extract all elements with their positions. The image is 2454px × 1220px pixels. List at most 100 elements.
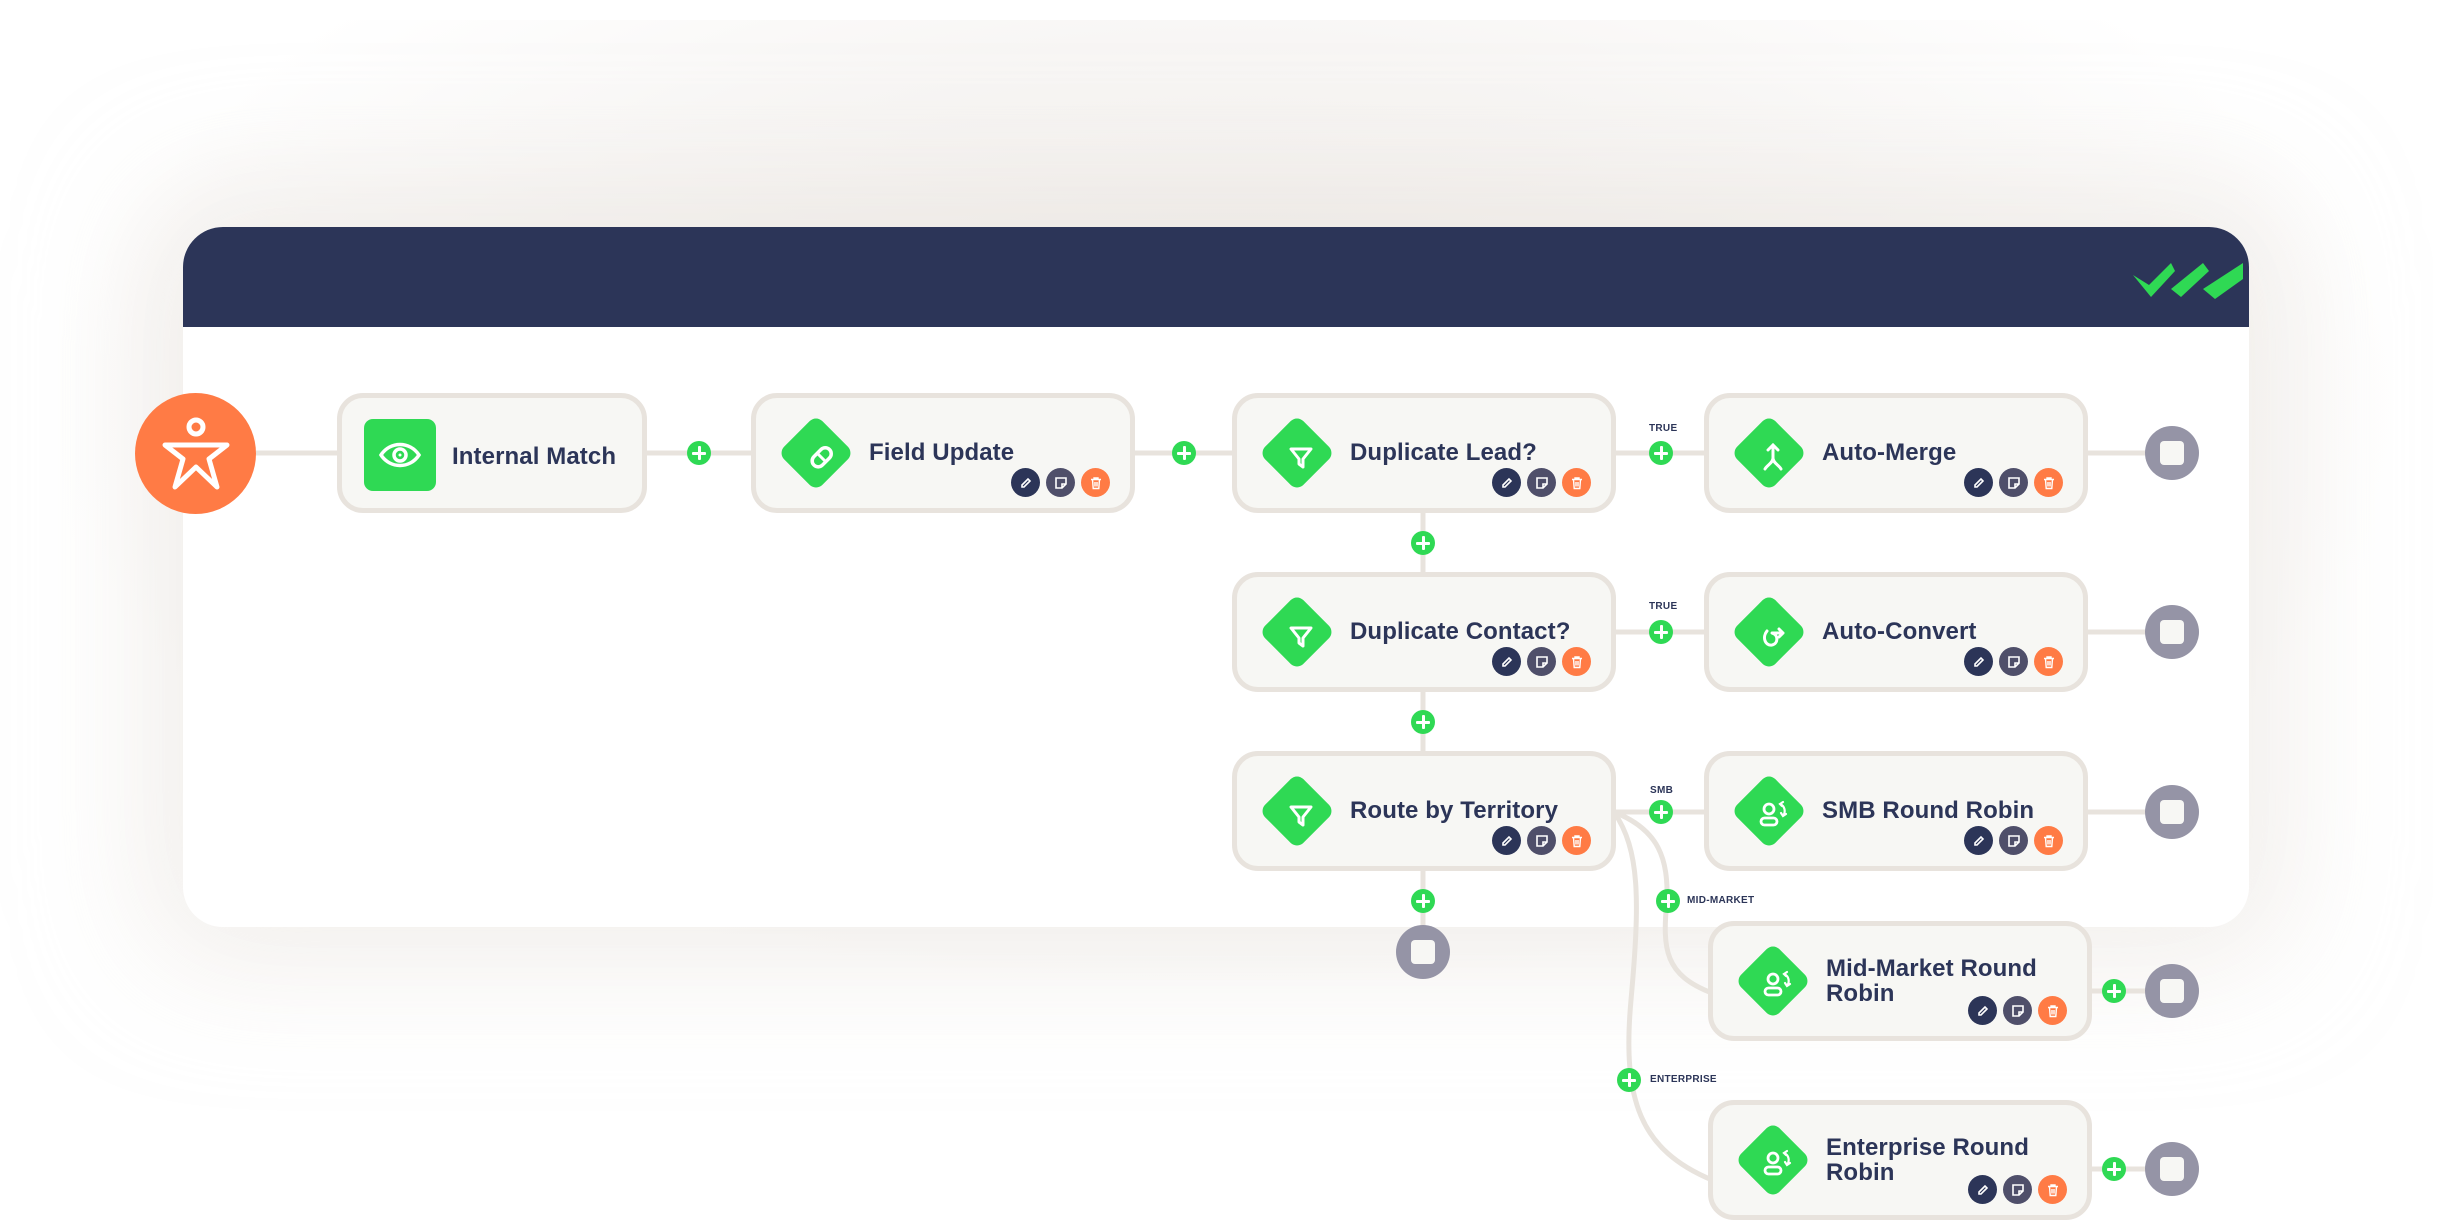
pencil-icon bbox=[1501, 656, 1512, 667]
delete-button[interactable] bbox=[1562, 468, 1591, 497]
add-step-button[interactable] bbox=[2102, 979, 2126, 1003]
trash-icon bbox=[1571, 476, 1582, 489]
eye-icon-tile bbox=[364, 419, 436, 491]
delete-button[interactable] bbox=[1562, 647, 1591, 676]
trash-icon bbox=[1090, 476, 1101, 489]
filter-icon bbox=[1289, 805, 1313, 827]
delete-button[interactable] bbox=[2038, 996, 2067, 1025]
node-title-line: Mid-Market Round bbox=[1826, 955, 2037, 982]
add-step-button[interactable] bbox=[1617, 1068, 1641, 1092]
pencil-icon bbox=[1973, 835, 1984, 846]
note-button[interactable] bbox=[1527, 468, 1556, 497]
user-rotate-icon bbox=[1763, 1149, 1792, 1176]
edit-button[interactable] bbox=[1968, 1175, 1997, 1204]
edit-button[interactable] bbox=[1492, 468, 1521, 497]
trash-icon bbox=[2047, 1183, 2058, 1196]
end-node[interactable] bbox=[2145, 964, 2199, 1018]
end-node[interactable] bbox=[2145, 1142, 2199, 1196]
node-title-line: Enterprise Round bbox=[1826, 1134, 2029, 1161]
node-smb-round-robin[interactable]: SMB Round Robin bbox=[1704, 751, 2088, 871]
note-button[interactable] bbox=[1999, 826, 2028, 855]
filter-icon bbox=[1289, 626, 1313, 648]
node-mid-market-round-robin[interactable]: Mid-Market Round Robin bbox=[1708, 921, 2092, 1041]
trash-icon bbox=[1571, 834, 1582, 847]
sticky-note-icon bbox=[2011, 1004, 2024, 1017]
pencil-icon bbox=[1020, 477, 1031, 488]
node-auto-convert[interactable]: Auto-Convert bbox=[1704, 572, 2088, 692]
delete-button[interactable] bbox=[2034, 468, 2063, 497]
edit-button[interactable] bbox=[1011, 468, 1040, 497]
sticky-note-icon bbox=[1535, 655, 1548, 668]
node-title: Internal Match bbox=[452, 443, 617, 470]
add-step-button[interactable] bbox=[1649, 620, 1673, 644]
node-title: Duplicate Lead? bbox=[1350, 439, 1537, 466]
node-field-update[interactable]: Field Update bbox=[751, 393, 1135, 513]
node-actions bbox=[1968, 996, 2067, 1025]
edit-button[interactable] bbox=[1964, 647, 1993, 676]
node-duplicate-lead[interactable]: Duplicate Lead? bbox=[1232, 393, 1616, 513]
pencil-icon bbox=[1501, 477, 1512, 488]
node-auto-merge[interactable]: Auto-Merge bbox=[1704, 393, 2088, 513]
delete-button[interactable] bbox=[1562, 826, 1591, 855]
node-actions bbox=[1011, 468, 1110, 497]
node-actions bbox=[1964, 468, 2063, 497]
add-step-button[interactable] bbox=[1656, 889, 1680, 913]
delete-button[interactable] bbox=[2034, 826, 2063, 855]
end-node[interactable] bbox=[2145, 785, 2199, 839]
node-actions bbox=[1964, 826, 2063, 855]
delete-button[interactable] bbox=[1081, 468, 1110, 497]
add-step-button[interactable] bbox=[1411, 710, 1435, 734]
delete-button[interactable] bbox=[2034, 647, 2063, 676]
add-step-button[interactable] bbox=[1649, 800, 1673, 824]
node-actions bbox=[1492, 468, 1591, 497]
delete-button[interactable] bbox=[2038, 1175, 2067, 1204]
edit-button[interactable] bbox=[1964, 826, 1993, 855]
end-node[interactable] bbox=[2145, 426, 2199, 480]
edge-label-true: TRUE bbox=[1649, 423, 1678, 434]
add-step-button[interactable] bbox=[1411, 531, 1435, 555]
note-button[interactable] bbox=[1999, 468, 2028, 497]
note-button[interactable] bbox=[1999, 647, 2028, 676]
node-title: Duplicate Contact? bbox=[1350, 618, 1571, 645]
sticky-note-icon bbox=[2007, 655, 2020, 668]
eraser-icon bbox=[810, 446, 833, 469]
add-step-button[interactable] bbox=[687, 441, 711, 465]
start-trigger[interactable] bbox=[135, 393, 256, 514]
edit-button[interactable] bbox=[1964, 468, 1993, 497]
edit-button[interactable] bbox=[1492, 647, 1521, 676]
end-node[interactable] bbox=[1396, 925, 1450, 979]
note-button[interactable] bbox=[2003, 996, 2032, 1025]
add-step-button[interactable] bbox=[1649, 441, 1673, 465]
edge-label-mid-market: MID-MARKET bbox=[1687, 895, 1755, 906]
pencil-icon bbox=[1501, 835, 1512, 846]
edit-button[interactable] bbox=[1968, 996, 1997, 1025]
node-actions bbox=[1492, 826, 1591, 855]
trash-icon bbox=[2047, 1004, 2058, 1017]
trash-icon bbox=[2043, 655, 2054, 668]
node-duplicate-contact[interactable]: Duplicate Contact? bbox=[1232, 572, 1616, 692]
node-title: SMB Round Robin bbox=[1822, 797, 2035, 824]
note-button[interactable] bbox=[1527, 647, 1556, 676]
node-title: Route by Territory bbox=[1350, 797, 1559, 824]
add-step-button[interactable] bbox=[2102, 1157, 2126, 1181]
node-internal-match[interactable]: Internal Match bbox=[337, 393, 647, 513]
filter-icon bbox=[1289, 447, 1313, 469]
pencil-icon bbox=[1977, 1184, 1988, 1195]
edit-button[interactable] bbox=[1492, 826, 1521, 855]
node-route-by-territory[interactable]: Route by Territory bbox=[1232, 751, 1616, 871]
trash-icon bbox=[2043, 476, 2054, 489]
trash-icon bbox=[2043, 834, 2054, 847]
note-button[interactable] bbox=[2003, 1175, 2032, 1204]
note-button[interactable] bbox=[1527, 826, 1556, 855]
end-node[interactable] bbox=[2145, 605, 2199, 659]
eye-icon bbox=[378, 442, 422, 468]
node-title: Field Update bbox=[869, 439, 1015, 466]
sticky-note-icon bbox=[1535, 476, 1548, 489]
add-step-button[interactable] bbox=[1411, 889, 1435, 913]
pencil-icon bbox=[1973, 656, 1984, 667]
node-enterprise-round-robin[interactable]: Enterprise Round Robin bbox=[1708, 1100, 2092, 1220]
note-button[interactable] bbox=[1046, 468, 1075, 497]
merge-icon bbox=[1763, 442, 1783, 471]
edge-label-true: TRUE bbox=[1649, 601, 1678, 612]
add-step-button[interactable] bbox=[1172, 441, 1196, 465]
